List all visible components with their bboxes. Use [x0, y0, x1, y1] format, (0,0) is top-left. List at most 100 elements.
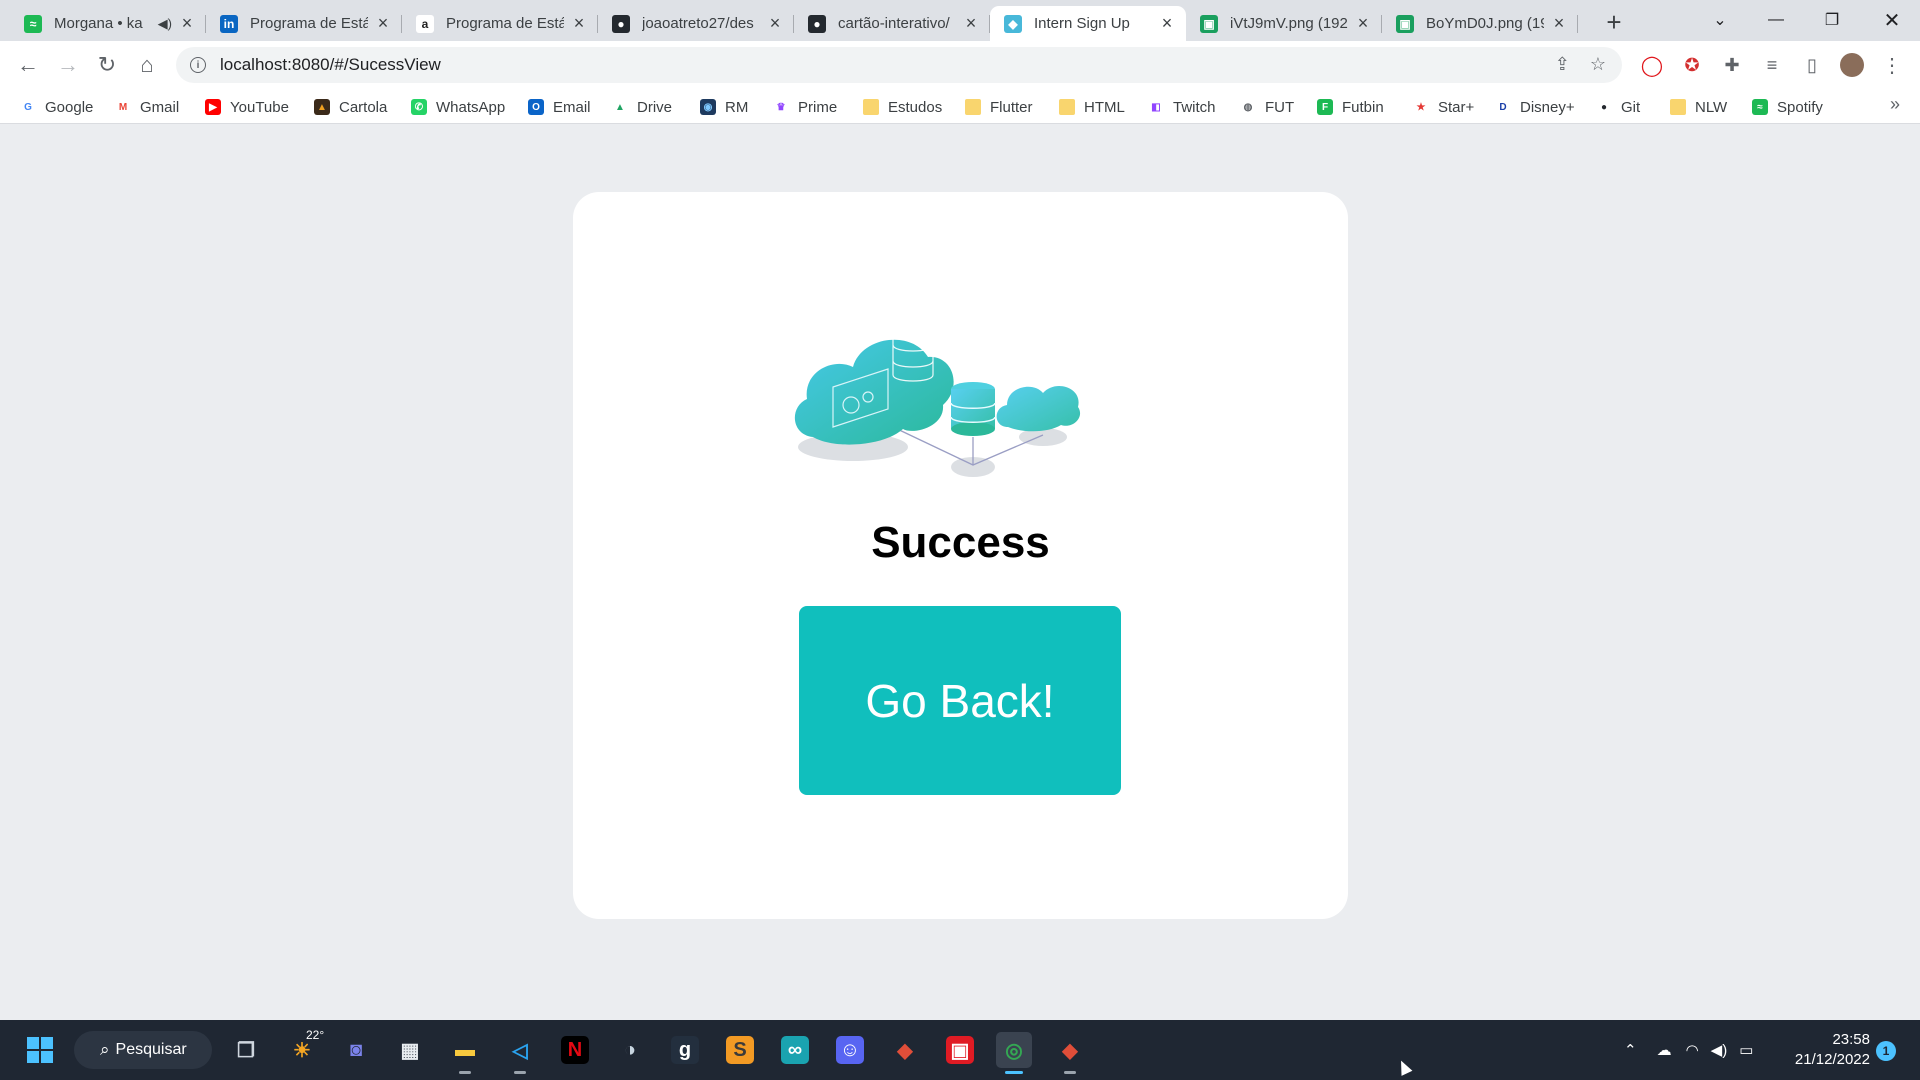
notification-badge[interactable]: 1 — [1876, 1041, 1896, 1061]
bookmark-spotify[interactable]: ≈ Spotify — [1752, 96, 1823, 118]
image-icon: ▣ — [1200, 14, 1218, 33]
close-window-button[interactable]: ✕ — [1864, 0, 1920, 40]
office-icon: ▣ — [946, 1036, 974, 1064]
store-icon: ▦ — [400, 1039, 420, 1062]
go-back-button[interactable]: Go Back! — [799, 606, 1121, 795]
bookmark-prime[interactable]: ♛ Prime — [773, 96, 837, 118]
shield-extension-icon[interactable]: ✪ — [1680, 53, 1704, 77]
taskbar-app[interactable]: ◁ — [502, 1032, 538, 1074]
tab-close-icon[interactable]: × — [178, 13, 196, 33]
bookmark-youtube[interactable]: ▶ YouTube — [205, 96, 289, 118]
site-info-icon[interactable]: i — [190, 57, 206, 73]
back-button[interactable]: ← — [12, 49, 44, 81]
success-card: Success Go Back! — [573, 192, 1348, 919]
browser-tab[interactable]: in Programa de Está × — [206, 6, 402, 41]
bookmark-html[interactable]: HTML — [1059, 96, 1125, 118]
windows-taskbar: ⌕ Pesquisar ⌃ ☁ ◠ ◀) ▭ 23:58 21/12/2022 … — [0, 1020, 1920, 1080]
taskbar-app[interactable]: ◆ — [1052, 1032, 1088, 1074]
tab-search-icon[interactable]: ⌄ — [1692, 0, 1748, 40]
taskbar-app[interactable]: ☀ 22° — [284, 1028, 324, 1068]
taskbar-app[interactable]: ◎ — [996, 1032, 1032, 1074]
folder-icon — [1059, 99, 1075, 115]
tab-close-icon[interactable]: × — [1354, 13, 1372, 33]
media-control-icon[interactable]: ≡ — [1760, 53, 1784, 77]
side-panel-icon[interactable]: ▯ — [1800, 53, 1824, 77]
taskbar-app[interactable]: N — [557, 1032, 593, 1068]
taskbar-app[interactable]: ▬ — [447, 1032, 483, 1074]
tab-close-icon[interactable]: × — [766, 13, 784, 33]
bookmark-label: Email — [553, 98, 591, 116]
taskbar-app[interactable]: g — [667, 1032, 703, 1068]
bookmark-git[interactable]: ● Git — [1596, 96, 1640, 118]
onedrive-icon[interactable]: ☁ — [1657, 1041, 1672, 1059]
bookmark-google[interactable]: G Google — [20, 96, 93, 118]
more-bookmarks-icon[interactable]: » — [1890, 94, 1900, 115]
tab-close-icon[interactable]: × — [962, 13, 980, 33]
browser-tab[interactable]: ● cartão-interativo/ × — [794, 6, 990, 41]
arduino-icon: ∞ — [781, 1036, 809, 1064]
browser-tab[interactable]: ◆ Intern Sign Up × — [990, 6, 1186, 41]
taskbar-app[interactable]: ◙ — [338, 1032, 374, 1068]
bookmark-rm[interactable]: ◉ RM — [700, 96, 748, 118]
browser-tab[interactable]: ● joaoatreto27/des × — [598, 6, 794, 41]
tab-audio-icon[interactable]: ◀) — [158, 16, 172, 32]
reload-button[interactable]: ↻ — [91, 49, 123, 81]
share-icon[interactable]: ⇪ — [1555, 54, 1570, 75]
tab-close-icon[interactable]: × — [1158, 13, 1176, 33]
battery-icon[interactable]: ▭ — [1739, 1041, 1753, 1059]
forward-button[interactable]: → — [52, 49, 84, 81]
browser-menu-icon[interactable]: ⋮ — [1880, 53, 1904, 77]
bookmark-gmail[interactable]: M Gmail — [115, 96, 179, 118]
bookmark-nlw[interactable]: NLW — [1670, 96, 1727, 118]
taskbar-app[interactable]: ∞ — [777, 1032, 813, 1068]
browser-tab[interactable]: a Programa de Está × — [402, 6, 598, 41]
address-url[interactable]: localhost:8080/#/SucessView — [220, 55, 441, 75]
taskbar-search[interactable]: ⌕ Pesquisar — [74, 1031, 212, 1069]
taskbar-app[interactable]: ▣ — [942, 1032, 978, 1068]
bookmark-star-[interactable]: ★ Star+ — [1413, 96, 1474, 118]
browser-tab[interactable]: ▣ BoYmD0J.png (19 × — [1382, 6, 1578, 41]
restore-button[interactable]: ❐ — [1804, 0, 1860, 40]
steam-icon: ◑ — [623, 1038, 637, 1061]
minimize-button[interactable]: — — [1748, 0, 1804, 40]
extensions-puzzle-icon[interactable]: ✚ — [1720, 53, 1744, 77]
taskbar-app[interactable]: ▦ — [392, 1032, 428, 1068]
taskbar-app[interactable]: ❐ — [228, 1032, 264, 1068]
taskbar-app[interactable]: ◆ — [887, 1032, 923, 1068]
address-bar[interactable]: i localhost:8080/#/SucessView ⇪ ☆ — [176, 47, 1622, 83]
bookmark-label: Flutter — [990, 98, 1033, 116]
bookmark-twitch[interactable]: ◧ Twitch — [1148, 96, 1216, 118]
cartola-icon: ▲ — [314, 99, 330, 115]
taskbar-app[interactable]: S — [722, 1032, 758, 1068]
bookmark-fut[interactable]: ◍ FUT — [1240, 96, 1294, 118]
bookmark-disney-[interactable]: D Disney+ — [1495, 96, 1575, 118]
start-button[interactable] — [22, 1032, 58, 1068]
bookmark-email[interactable]: O Email — [528, 96, 591, 118]
tab-close-icon[interactable]: × — [570, 13, 588, 33]
bookmark-drive[interactable]: ▲ Drive — [612, 96, 672, 118]
tab-close-icon[interactable]: × — [374, 13, 392, 33]
bookmark-label: Prime — [798, 98, 838, 116]
browser-tab[interactable]: ≈ Morgana • ka ◀) × — [10, 6, 206, 41]
wifi-icon[interactable]: ◠ — [1686, 1041, 1699, 1059]
windows-logo-icon — [27, 1037, 53, 1063]
taskbar-app[interactable]: ◑ — [612, 1032, 648, 1068]
bookmark-flutter[interactable]: Flutter — [965, 96, 1033, 118]
browser-tab[interactable]: ▣ iVtJ9mV.png (192 × — [1186, 6, 1382, 41]
home-button[interactable]: ⌂ — [131, 49, 163, 81]
volume-icon[interactable]: ◀) — [1711, 1041, 1728, 1059]
profile-avatar[interactable] — [1840, 53, 1864, 77]
opera-extension-icon[interactable]: ◯ — [1640, 53, 1664, 77]
bookmark-estudos[interactable]: Estudos — [863, 96, 942, 118]
taskbar-app[interactable]: ☺ — [832, 1032, 868, 1068]
bookmark-whatsapp[interactable]: ✆ WhatsApp — [411, 96, 505, 118]
system-clock[interactable]: 23:58 21/12/2022 — [1774, 1030, 1870, 1070]
new-tab-button[interactable]: + — [1600, 7, 1628, 37]
bookmark-star-icon[interactable]: ☆ — [1590, 54, 1606, 75]
tab-close-icon[interactable]: × — [1550, 13, 1568, 33]
bookmark-label: NLW — [1695, 98, 1728, 116]
bookmark-cartola[interactable]: ▲ Cartola — [314, 96, 387, 118]
tray-expand-icon[interactable]: ⌃ — [1624, 1041, 1637, 1059]
bookmark-futbin[interactable]: F Futbin — [1317, 96, 1384, 118]
clock-date: 21/12/2022 — [1794, 1051, 1870, 1068]
